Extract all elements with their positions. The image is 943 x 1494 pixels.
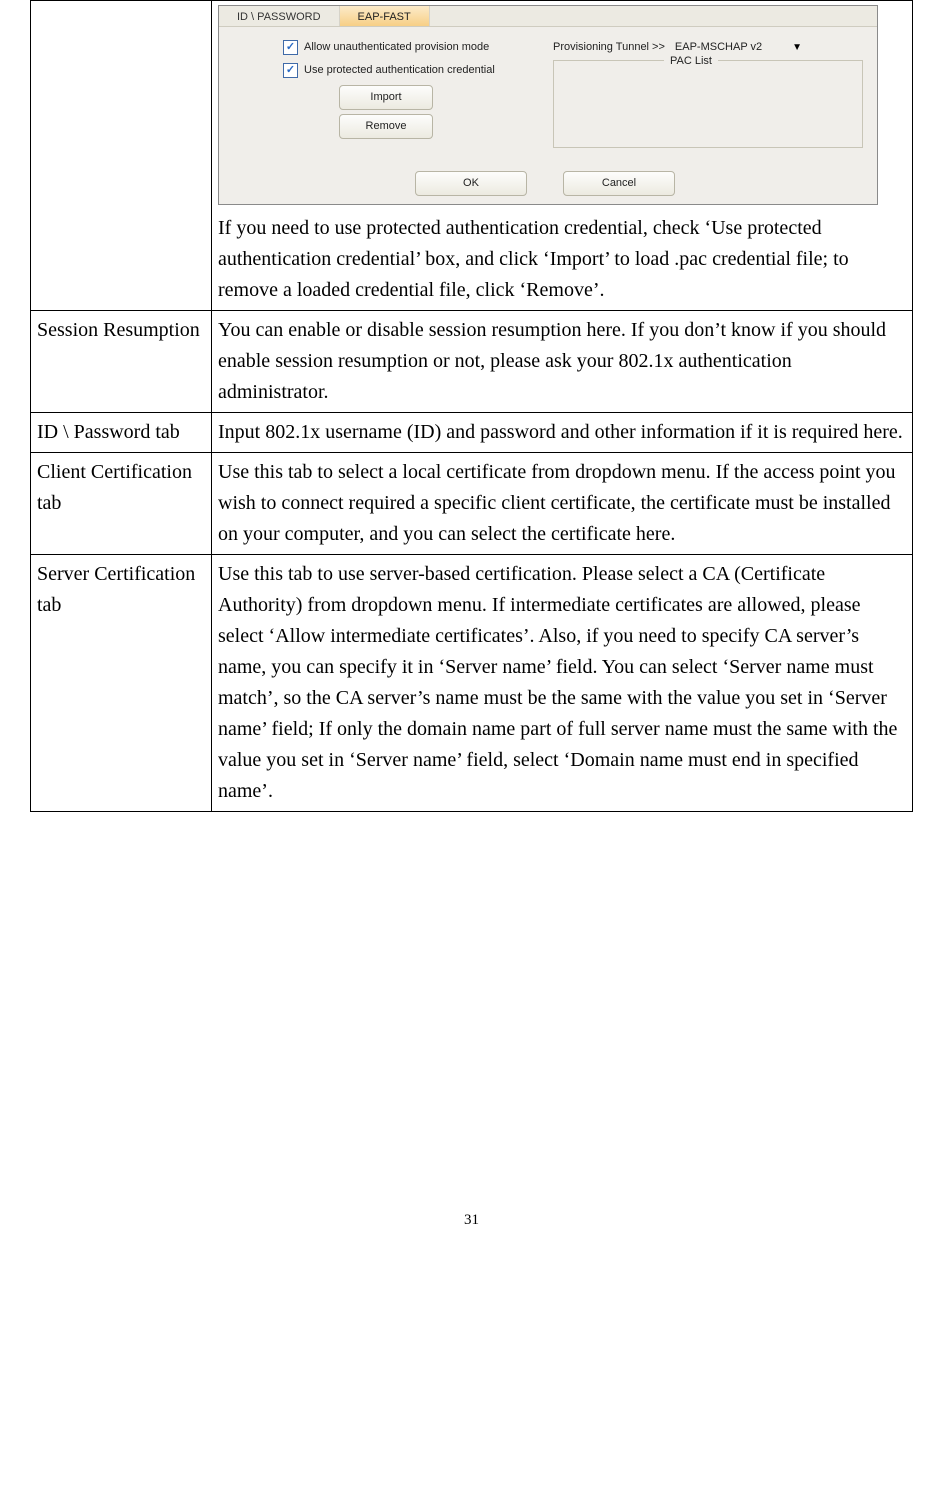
tab-eap-fast[interactable]: EAP-FAST <box>340 6 430 26</box>
cell-value: Input 802.1x username (ID) and password … <box>212 413 913 453</box>
import-button[interactable]: Import <box>339 85 433 110</box>
checkbox-allow-unauth[interactable]: ✓ Allow unauthenticated provision mode <box>283 39 543 56</box>
cell-value: Use this tab to select a local certifica… <box>212 453 913 555</box>
description-table: ID \ PASSWORD EAP-FAST ✓ Allow unauthent… <box>30 0 913 812</box>
page-number: 31 <box>30 1212 913 1259</box>
pac-list-box: PAC List <box>553 60 863 148</box>
table-row: Server Certification tab Use this tab to… <box>31 555 913 812</box>
cell-value-screenshot: ID \ PASSWORD EAP-FAST ✓ Allow unauthent… <box>212 1 913 311</box>
cell-value: Use this tab to use server-based certifi… <box>212 555 913 812</box>
cell-label: Client Certification tab <box>31 453 212 555</box>
checkbox-label: Allow unauthenticated provision mode <box>304 39 489 56</box>
chevron-down-icon: ▼ <box>792 40 802 56</box>
cancel-button[interactable]: Cancel <box>563 171 675 196</box>
checkbox-use-protected[interactable]: ✓ Use protected authentication credentia… <box>283 62 543 79</box>
cell-text: If you need to use protected authenticat… <box>218 217 849 301</box>
ok-button[interactable]: OK <box>415 171 527 196</box>
table-row: Client Certification tab Use this tab to… <box>31 453 913 555</box>
table-row: ID \ Password tab Input 802.1x username … <box>31 413 913 453</box>
screenshot-tabs: ID \ PASSWORD EAP-FAST <box>219 6 877 27</box>
remove-button[interactable]: Remove <box>339 114 433 139</box>
cell-label-empty <box>31 1 212 311</box>
tab-id-password[interactable]: ID \ PASSWORD <box>219 6 340 26</box>
cell-value: You can enable or disable session resump… <box>212 311 913 413</box>
eap-fast-screenshot: ID \ PASSWORD EAP-FAST ✓ Allow unauthent… <box>218 5 878 205</box>
table-row: Session Resumption You can enable or dis… <box>31 311 913 413</box>
checkbox-icon: ✓ <box>283 40 298 55</box>
checkbox-label: Use protected authentication credential <box>304 62 495 79</box>
provisioning-tunnel-label: Provisioning Tunnel >> <box>553 39 665 56</box>
cell-label: ID \ Password tab <box>31 413 212 453</box>
table-row: ID \ PASSWORD EAP-FAST ✓ Allow unauthent… <box>31 1 913 311</box>
cell-label: Server Certification tab <box>31 555 212 812</box>
cell-label: Session Resumption <box>31 311 212 413</box>
checkbox-icon: ✓ <box>283 63 298 78</box>
pac-list-label: PAC List <box>664 53 718 70</box>
